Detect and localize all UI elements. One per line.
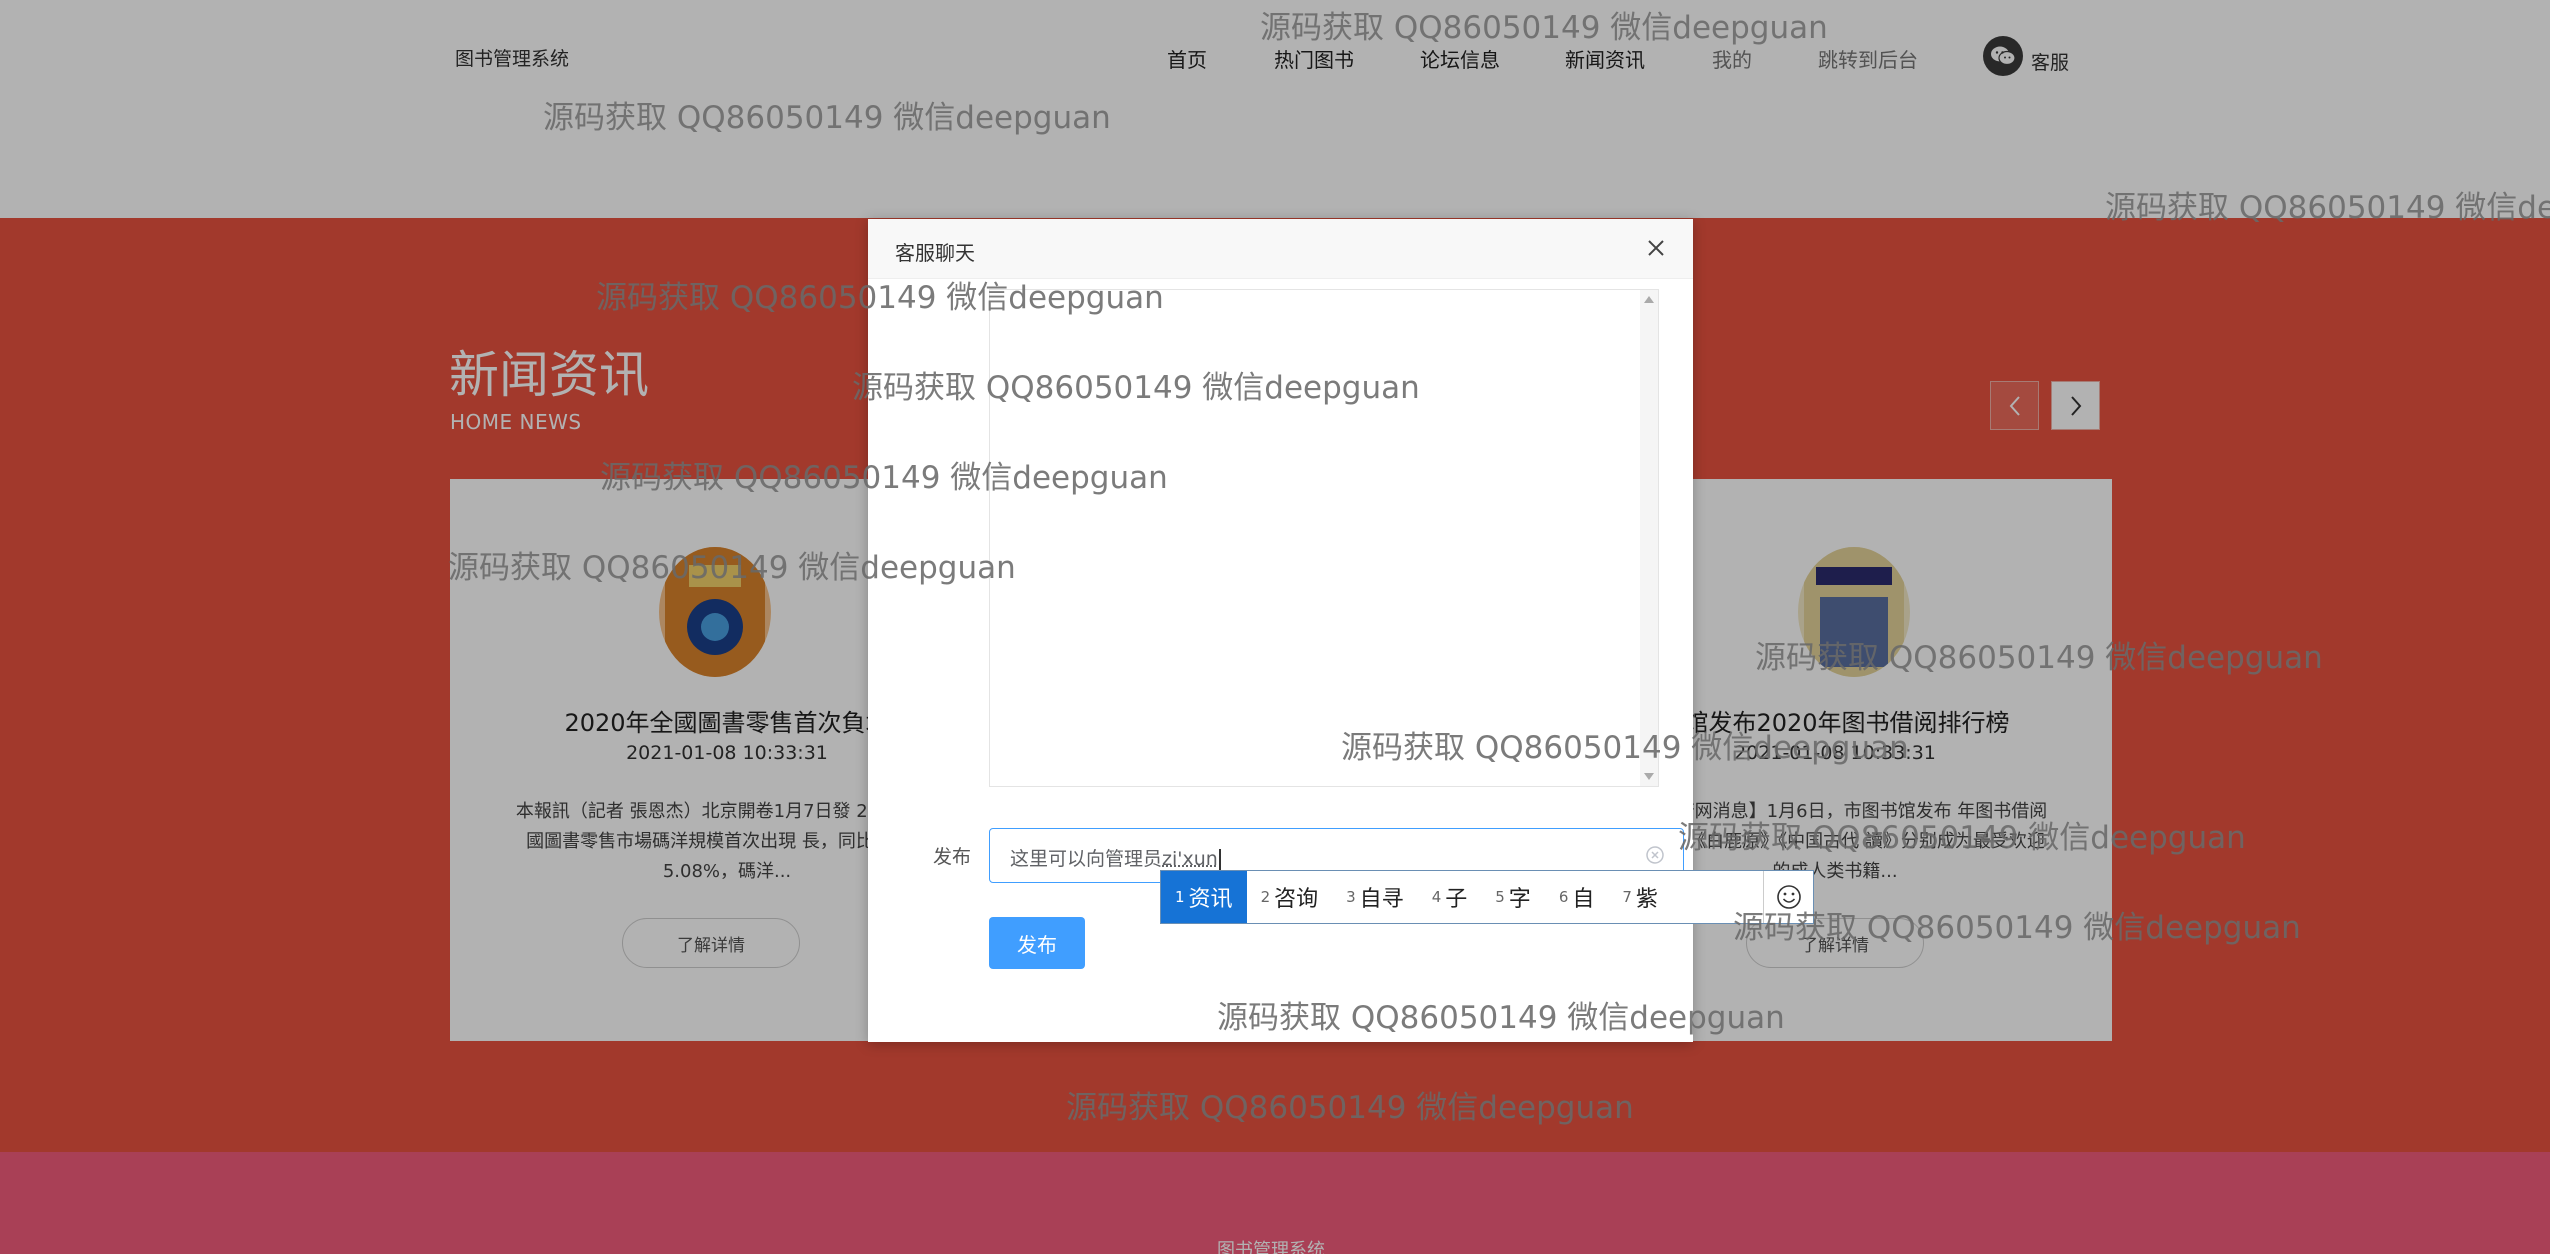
chat-scrollbar[interactable] bbox=[1640, 290, 1658, 786]
dialog-close-button[interactable] bbox=[1641, 233, 1671, 263]
ime-candidate[interactable]: 5字 bbox=[1481, 871, 1545, 923]
message-label: 发布 bbox=[933, 846, 972, 868]
dialog-header: 客服聊天 bbox=[868, 219, 1693, 279]
ime-candidate[interactable]: 6自 bbox=[1545, 871, 1609, 923]
ime-candidate[interactable]: 7紫 bbox=[1608, 871, 1672, 923]
text-cursor bbox=[1218, 848, 1221, 871]
chat-message-area[interactable] bbox=[989, 289, 1659, 787]
ime-candidate[interactable]: 1 资讯 bbox=[1161, 871, 1247, 923]
input-value: 这里可以向管理员 bbox=[1010, 848, 1163, 870]
ime-candidate[interactable]: 4子 bbox=[1418, 871, 1482, 923]
ime-candidate[interactable]: 3 自寻 bbox=[1332, 871, 1418, 923]
ime-candidate[interactable]: 2 咨询 bbox=[1247, 871, 1333, 923]
scroll-up-arrow-icon[interactable] bbox=[1644, 296, 1654, 303]
smiley-icon[interactable] bbox=[1763, 871, 1813, 923]
scroll-down-arrow-icon[interactable] bbox=[1644, 773, 1654, 780]
dialog-title: 客服聊天 bbox=[895, 241, 975, 265]
input-pinyin-composition: zi'xun bbox=[1162, 848, 1218, 870]
message-input-text[interactable]: 这里可以向管理员zi'xun bbox=[1010, 844, 1222, 871]
clear-input-icon[interactable] bbox=[1645, 845, 1665, 865]
publish-button[interactable]: 发布 bbox=[989, 917, 1085, 969]
close-icon bbox=[1648, 240, 1664, 256]
ime-candidate-bar: 1 资讯 2 咨询 3 自寻 4子 5字 6自 7紫 bbox=[1160, 870, 1814, 924]
